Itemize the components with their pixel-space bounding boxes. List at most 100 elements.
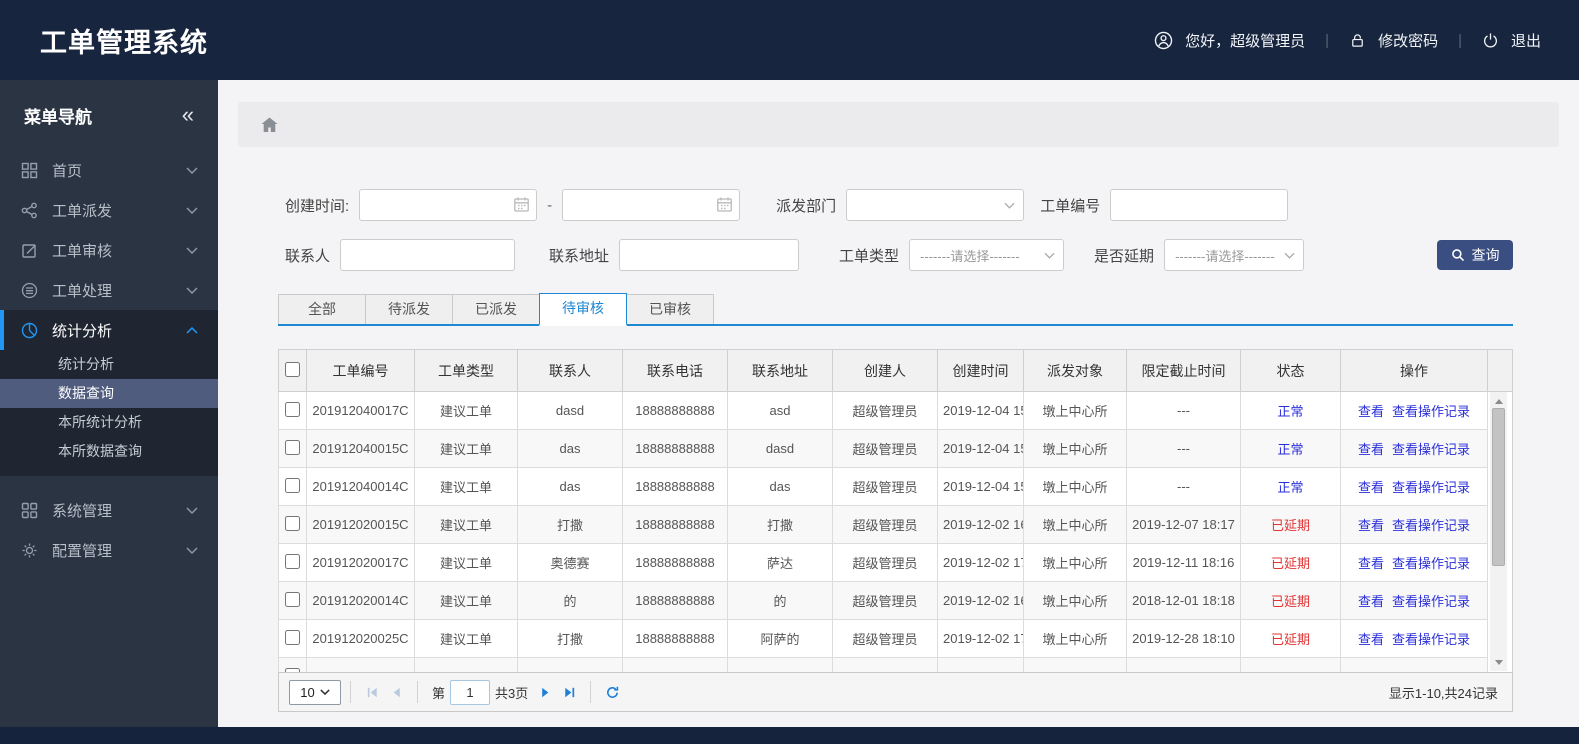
col-creator: 创建人	[832, 349, 938, 392]
row-checkbox[interactable]	[285, 439, 300, 455]
sidebar-item-statistics[interactable]: 统计分析	[0, 310, 218, 350]
table-row: 201912020015C 建议工单 打撒 18888888888 打撒 超级管…	[278, 505, 1512, 544]
scroll-up-arrow[interactable]	[1490, 394, 1507, 408]
sidebar-item-config[interactable]: 配置管理	[0, 530, 218, 570]
view-link[interactable]: 查看	[1358, 518, 1384, 533]
view-log-link[interactable]: 查看操作记录	[1392, 480, 1470, 495]
cell-order-type	[414, 657, 518, 672]
cell-order-type: 建议工单	[414, 429, 518, 468]
submenu-item-local-data-query[interactable]: 本所数据查询	[0, 437, 218, 466]
view-log-link[interactable]: 查看操作记录	[1392, 632, 1470, 647]
pie-chart-icon	[20, 322, 38, 339]
cell-contact: das	[517, 429, 623, 468]
status-text: 正常	[1277, 480, 1304, 495]
tab-all[interactable]: 全部	[278, 294, 366, 324]
page-size-value: 10	[300, 684, 315, 700]
cell-created: 2019-12-04 15	[937, 467, 1024, 506]
calendar-icon[interactable]	[513, 196, 530, 213]
view-log-link[interactable]: 查看操作记录	[1392, 556, 1470, 571]
dispatch-dept-label: 派发部门	[776, 197, 837, 215]
create-time-end-input[interactable]	[562, 189, 741, 221]
submenu-item-local-statistics[interactable]: 本所统计分析	[0, 408, 218, 437]
col-actions: 操作	[1340, 349, 1488, 392]
home-icon[interactable]	[260, 116, 279, 134]
delay-select[interactable]: -------请选择-------	[1164, 239, 1305, 271]
scrollbar-thumb[interactable]	[1492, 408, 1505, 566]
last-page-button[interactable]	[559, 682, 579, 702]
table-scrollbar[interactable]	[1490, 392, 1507, 671]
cell-status: 已延期	[1240, 581, 1341, 620]
search-button[interactable]: 查询	[1437, 240, 1513, 270]
view-log-link[interactable]: 查看操作记录	[1392, 518, 1470, 533]
cell-contact: 的	[517, 581, 623, 620]
row-checkbox[interactable]	[285, 401, 300, 417]
row-checkbox-cell	[278, 467, 307, 506]
sidebar-item-process[interactable]: 工单处理	[0, 270, 218, 310]
search-icon	[1451, 248, 1465, 262]
cell-order-no: 201912020025C	[306, 619, 415, 658]
sidebar: 菜单导航 « 首页 工单派发 工单审核 工单处理 统计分析 统计分析 数据查询 …	[0, 80, 218, 727]
select-all-checkbox[interactable]	[285, 361, 300, 377]
refresh-button[interactable]	[602, 682, 622, 702]
contact-input[interactable]	[340, 239, 516, 271]
row-checkbox[interactable]	[285, 591, 300, 607]
logout-button[interactable]: 退出	[1482, 30, 1541, 51]
row-checkbox[interactable]	[285, 667, 300, 672]
cell-actions: 查看 查看操作记录	[1340, 505, 1488, 544]
view-link[interactable]: 查看	[1358, 594, 1384, 609]
row-checkbox[interactable]	[285, 553, 300, 569]
sidebar-header: 菜单导航 «	[0, 80, 218, 150]
first-page-button[interactable]	[362, 682, 382, 702]
create-time-start-input[interactable]	[359, 189, 538, 221]
chevron-down-icon	[186, 286, 198, 294]
cell-created	[937, 657, 1024, 672]
collapse-sidebar-button[interactable]: «	[182, 104, 194, 126]
sidebar-item-dispatch[interactable]: 工单派发	[0, 190, 218, 230]
next-page-button[interactable]	[535, 682, 555, 702]
row-checkbox[interactable]	[285, 515, 300, 531]
header-user-menu: 您好，超级管理员 | 修改密码 | 退出	[1154, 30, 1541, 51]
row-checkbox[interactable]	[285, 629, 300, 645]
status-text: 正常	[1277, 442, 1304, 457]
app-header: 工单管理系统 您好，超级管理员 | 修改密码 | 退出	[0, 0, 1579, 80]
sidebar-item-system[interactable]: 系统管理	[0, 490, 218, 530]
row-checkbox[interactable]	[285, 477, 300, 493]
order-type-select[interactable]: -------请选择-------	[909, 239, 1065, 271]
change-password-button[interactable]: 修改密码	[1349, 30, 1438, 51]
pager: 10 第 共3页	[278, 672, 1513, 712]
view-link[interactable]: 查看	[1358, 632, 1384, 647]
cell-actions: 查看 查看操作记录	[1340, 467, 1488, 506]
submenu-item-statistics-analysis[interactable]: 统计分析	[0, 350, 218, 379]
cell-actions: 查看 查看操作记录	[1340, 543, 1488, 582]
cell-address	[727, 657, 833, 672]
view-link[interactable]: 查看	[1358, 404, 1384, 419]
dispatch-dept-select[interactable]	[846, 189, 1025, 221]
col-order-type: 工单类型	[414, 349, 518, 392]
calendar-icon[interactable]	[716, 196, 733, 213]
user-greeting[interactable]: 您好，超级管理员	[1154, 30, 1305, 51]
col-target: 派发对象	[1023, 349, 1127, 392]
prev-page-button[interactable]	[386, 682, 406, 702]
page-number-input[interactable]	[450, 679, 491, 705]
cell-target: 墩上中心所	[1023, 543, 1127, 582]
page-size-select[interactable]: 10	[289, 679, 341, 705]
view-log-link[interactable]: 查看操作记录	[1392, 442, 1470, 457]
sidebar-item-review[interactable]: 工单审核	[0, 230, 218, 270]
submenu-item-data-query[interactable]: 数据查询	[0, 379, 218, 408]
tab-dispatched[interactable]: 已派发	[452, 294, 540, 324]
cell-created: 2019-12-04 15	[937, 391, 1024, 430]
tasks-icon	[20, 282, 38, 299]
view-log-link[interactable]: 查看操作记录	[1392, 594, 1470, 609]
table-row: 201912040014C 建议工单 das 18888888888 das 超…	[278, 467, 1512, 506]
view-link[interactable]: 查看	[1358, 556, 1384, 571]
view-log-link[interactable]: 查看操作记录	[1392, 404, 1470, 419]
address-input[interactable]	[619, 239, 800, 271]
tab-pending-dispatch[interactable]: 待派发	[365, 294, 453, 324]
view-link[interactable]: 查看	[1358, 480, 1384, 495]
scroll-down-arrow[interactable]	[1490, 655, 1507, 669]
tab-reviewed[interactable]: 已审核	[626, 294, 714, 324]
tab-pending-review[interactable]: 待审核	[539, 293, 627, 326]
view-link[interactable]: 查看	[1358, 442, 1384, 457]
sidebar-item-home[interactable]: 首页	[0, 150, 218, 190]
order-no-input[interactable]	[1110, 189, 1289, 221]
